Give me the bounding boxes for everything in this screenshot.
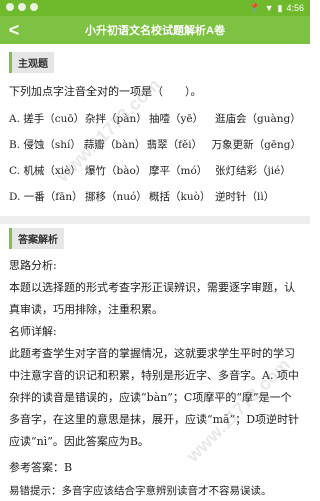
option-word: 爆竹（bào） xyxy=(85,165,147,177)
battery-icon: ▮ xyxy=(277,2,283,13)
question-section-tag: 主观题 xyxy=(9,52,54,73)
back-button[interactable]: < xyxy=(0,16,28,44)
option-word: 翡翠（fěi） xyxy=(146,139,203,151)
notification-icon xyxy=(6,3,14,11)
option-word: 逛庙会（guàng） xyxy=(215,113,301,125)
option-word: D. 一番（fān） xyxy=(9,191,83,203)
option-word: A. 搓手（cuō） xyxy=(9,113,85,125)
notification-icon xyxy=(18,3,26,11)
error-tip-text: 多音字应该结合字意辨别读音才不容易误读。 xyxy=(61,485,272,497)
option-word: 摩平（mó） xyxy=(149,165,208,177)
option-word: 万象更新（gēng） xyxy=(211,139,301,151)
clock-time: 4:56 xyxy=(286,3,304,13)
option-row-d: D. 一番（fān） 挪移（nuó） 概括（kuò） 逆时针（lì） xyxy=(9,184,301,210)
option-row-b: B. 侵蚀（shí） 蒜瓣（bàn） 翡翠（fěi） 万象更新（gēng） xyxy=(9,132,301,158)
option-word: 张灯结彩（jié） xyxy=(215,165,291,177)
notification-icon xyxy=(30,3,38,11)
teacher-label: 名师详解: xyxy=(9,325,57,338)
reference-answer-label: 参考答案： xyxy=(9,461,64,474)
option-word: 逆时针（lì） xyxy=(215,191,275,203)
chevron-left-icon: < xyxy=(8,19,20,40)
error-tip: 易错提示：多音字应该结合字意辨别读音才不容易误读。 xyxy=(9,481,301,501)
reference-answer-value: B xyxy=(64,461,73,474)
location-icon: 📍 xyxy=(249,2,261,13)
analysis-label: 思路分析: xyxy=(9,259,57,272)
status-bar: 📍 ▼ ▮ 4:56 xyxy=(0,0,310,16)
section-divider xyxy=(0,216,310,224)
option-row-a: A. 搓手（cuō） 杂拌（pàn） 抽噎（yē） 逛庙会（guàng） xyxy=(9,106,301,132)
option-word: 挪移（nuó） xyxy=(85,191,147,203)
notification-icons xyxy=(6,3,38,11)
page-title: 小升初语文名校试题解析A卷 xyxy=(85,25,225,37)
options-list: A. 搓手（cuō） 杂拌（pàn） 抽噎（yē） 逛庙会（guàng） B. … xyxy=(9,106,301,210)
analysis-text: 本题以选择题的形式考查字形正误辨识，需要逐字审题，认真审读，巧用排除，注重积累。 xyxy=(9,281,295,316)
option-word: 概括（kuò） xyxy=(149,191,211,203)
option-word: 抽噎（yē） xyxy=(149,113,204,125)
wifi-icon: ▼ xyxy=(264,3,274,13)
reference-answer: 参考答案：B xyxy=(9,457,301,479)
app-bar: < 小升初语文名校试题解析A卷 xyxy=(0,16,310,44)
answer-section-tag: 答案解析 xyxy=(9,228,64,249)
error-tip-label: 易错提示： xyxy=(9,485,62,497)
main-content: 主观题 下列加点字注音全对的一项是（ ）。 A. 搓手（cuō） 杂拌（pàn）… xyxy=(0,44,310,501)
